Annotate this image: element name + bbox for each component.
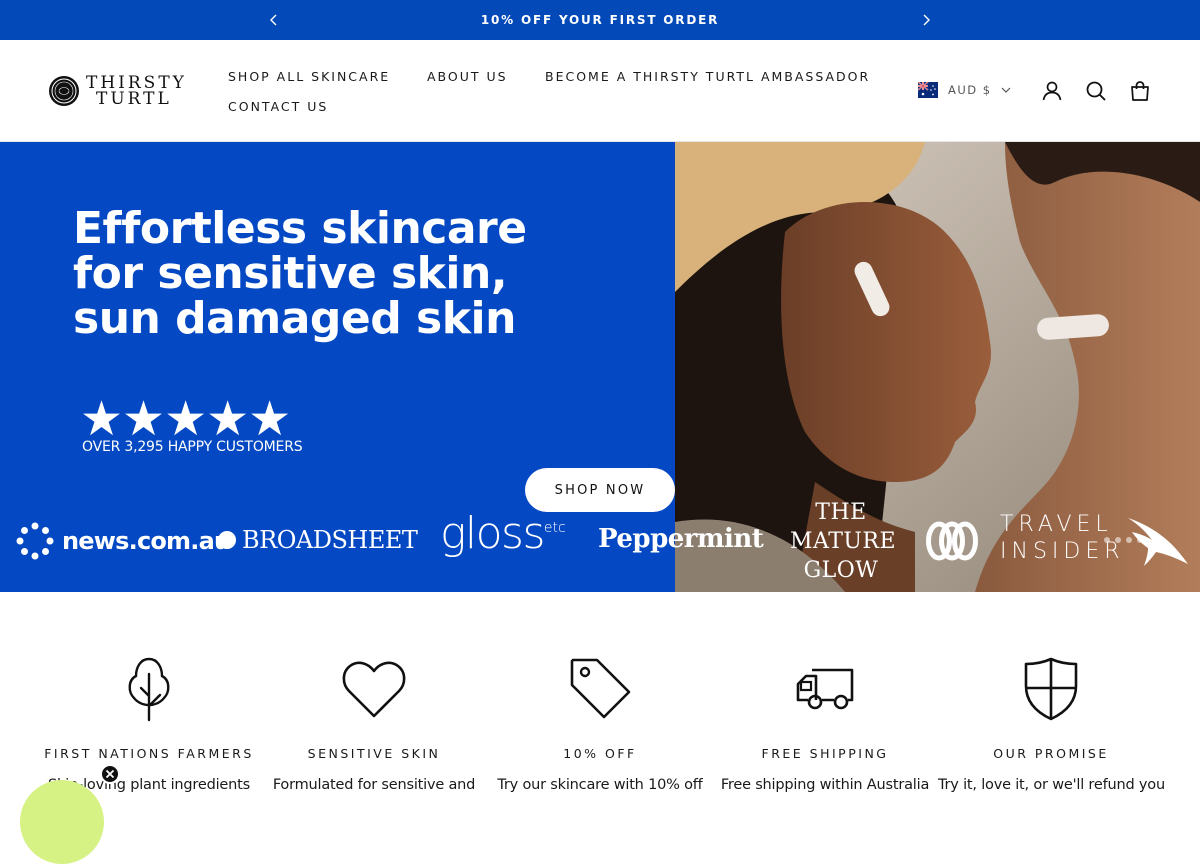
feature-our-promise: OUR PROMISE Try it, love it, or we'll re… bbox=[938, 656, 1165, 793]
gloss-suffix: etc bbox=[543, 520, 566, 536]
close-icon[interactable] bbox=[100, 764, 120, 784]
hero-title-line-3: sun damaged skin bbox=[73, 293, 516, 344]
news-dots-icon bbox=[16, 522, 54, 560]
nav-become-ambassador[interactable]: BECOME A THIRSTY TURTL AMBASSADOR bbox=[545, 69, 870, 84]
feature-first-nations: FIRST NATIONS FARMERS Skin-loving plant … bbox=[36, 656, 262, 793]
turtle-logo-icon bbox=[49, 76, 79, 106]
travel-line-1: TRAVEL bbox=[1000, 512, 1113, 537]
hero-banner: Effortless skincare for sensitive skin, … bbox=[0, 142, 1200, 592]
carousel-dot[interactable] bbox=[1126, 537, 1132, 543]
site-header: THIRSTY TURTL SHOP ALL SKINCARE ABOUT US… bbox=[0, 40, 1200, 142]
rating-stars: ★★★★★ bbox=[80, 393, 291, 446]
feature-discount: 10% OFF Try our skincare with 10% off bbox=[487, 656, 713, 793]
broadsheet-wordmark: BROADSHEET bbox=[242, 526, 418, 554]
chevron-right-icon[interactable] bbox=[917, 11, 935, 29]
feature-title: FREE SHIPPING bbox=[761, 746, 889, 761]
carousel-dot[interactable] bbox=[1115, 537, 1121, 543]
feature-title: 10% OFF bbox=[563, 746, 637, 761]
hero-carousel-dots bbox=[1104, 537, 1148, 543]
broadsheet-dot-icon bbox=[218, 531, 236, 549]
feature-description: Try it, love it, or we'll refund you bbox=[938, 777, 1165, 793]
tree-icon bbox=[128, 657, 170, 722]
tag-icon bbox=[570, 658, 631, 719]
nav-contact-us[interactable]: CONTACT US bbox=[228, 99, 328, 114]
currency-selector[interactable]: AUD $ bbox=[918, 82, 1012, 98]
mature-line-2: MATURE bbox=[790, 529, 897, 554]
nav-shop-all-skincare[interactable]: SHOP ALL SKINCARE bbox=[228, 69, 390, 84]
mature-line-3: GLOW bbox=[803, 558, 879, 583]
feature-description: Formulated for sensitive and bbox=[272, 777, 476, 793]
offer-popup-teaser[interactable] bbox=[20, 780, 104, 864]
mature-line-1: THE bbox=[815, 500, 867, 525]
cart-icon[interactable] bbox=[1128, 79, 1152, 103]
delivery-truck-icon bbox=[796, 668, 854, 710]
search-icon[interactable] bbox=[1084, 79, 1108, 103]
press-logo-news: news.com.au bbox=[16, 522, 231, 560]
australia-flag-icon bbox=[918, 82, 938, 98]
news-wordmark: news.com.au bbox=[62, 527, 231, 555]
feature-description: Try our skincare with 10% off bbox=[497, 777, 703, 793]
carousel-dot[interactable] bbox=[1104, 537, 1110, 543]
chevron-left-icon[interactable] bbox=[265, 11, 283, 29]
heart-icon bbox=[342, 661, 406, 718]
press-logo-mature-glow: THE MATURE GLOW bbox=[790, 498, 897, 585]
currency-label: AUD $ bbox=[948, 83, 992, 97]
account-icon[interactable] bbox=[1040, 79, 1064, 103]
hero-title-line-1: Effortless skincare bbox=[73, 203, 527, 254]
abc-logo-icon bbox=[926, 521, 978, 561]
feature-free-shipping: FREE SHIPPING Free shipping within Austr… bbox=[712, 656, 938, 793]
press-logo-peppermint: Peppermint bbox=[598, 524, 764, 554]
chevron-down-icon bbox=[1001, 87, 1011, 93]
feature-strip: FIRST NATIONS FARMERS Skin-loving plant … bbox=[0, 592, 1200, 800]
feature-title: OUR PROMISE bbox=[993, 746, 1109, 761]
shop-now-button[interactable]: SHOP NOW bbox=[525, 468, 675, 512]
press-logo-gloss: glossetc bbox=[440, 508, 566, 559]
announcement-bar: 10% OFF YOUR FIRST ORDER bbox=[0, 0, 1200, 40]
brand-line-2: TURTL bbox=[96, 89, 172, 109]
happy-customers-text: OVER 3,295 HAPPY CUSTOMERS bbox=[82, 439, 303, 455]
shield-icon bbox=[1024, 657, 1078, 721]
brand-wordmark: THIRSTY TURTL bbox=[86, 75, 187, 109]
carousel-dot[interactable] bbox=[1137, 537, 1143, 543]
hero-title: Effortless skincare for sensitive skin, … bbox=[73, 206, 633, 341]
announcement-text: 10% OFF YOUR FIRST ORDER bbox=[480, 13, 720, 27]
gloss-wordmark: gloss bbox=[440, 508, 545, 559]
press-logo-broadsheet: BROADSHEET bbox=[218, 526, 418, 554]
nav-about-us[interactable]: ABOUT US bbox=[427, 69, 508, 84]
feature-title: FIRST NATIONS FARMERS bbox=[44, 746, 254, 761]
feature-description: Free shipping within Australia bbox=[720, 777, 930, 793]
brand-logo[interactable]: THIRSTY TURTL bbox=[48, 73, 187, 109]
feature-title: SENSITIVE SKIN bbox=[307, 746, 441, 761]
feature-sensitive-skin: SENSITIVE SKIN Formulated for sensitive … bbox=[261, 656, 487, 793]
hero-title-line-2: for sensitive skin, bbox=[73, 248, 508, 299]
